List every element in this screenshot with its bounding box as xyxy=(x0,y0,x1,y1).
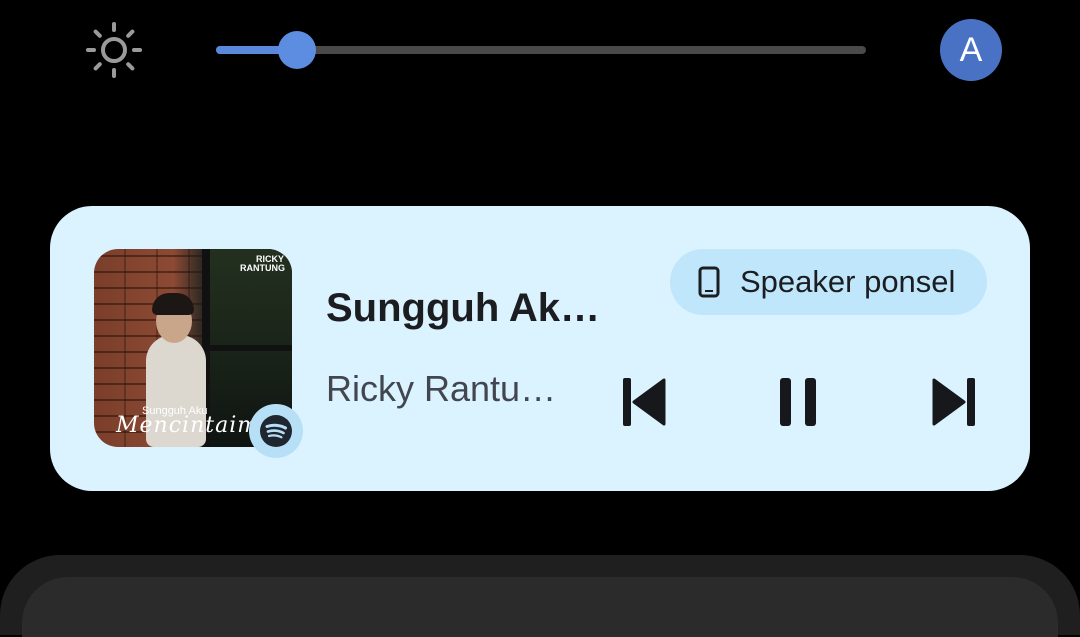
brightness-slider-thumb[interactable] xyxy=(278,31,317,69)
user-avatar[interactable]: A xyxy=(940,19,1002,81)
pause-button[interactable] xyxy=(768,374,828,434)
brightness-sun-icon xyxy=(84,20,144,80)
spotify-icon xyxy=(249,404,303,458)
phone-icon xyxy=(698,264,722,300)
pause-icon xyxy=(778,377,818,432)
brightness-slider[interactable] xyxy=(216,30,866,70)
song-title: Sungguh Ak… xyxy=(326,286,601,330)
output-device-button[interactable]: Speaker ponsel xyxy=(670,249,987,315)
album-art-person-hair xyxy=(152,293,194,315)
album-art-artist-text: RICKY RANTUNG xyxy=(240,254,285,273)
media-player-card[interactable]: RICKY RANTUNG Sungguh Aku Mencintaimu Su… xyxy=(50,206,1030,491)
notification-panel-inner xyxy=(22,577,1058,637)
skip-next-icon xyxy=(931,376,977,433)
skip-next-button[interactable] xyxy=(924,374,984,434)
notification-panel xyxy=(0,555,1080,637)
skip-previous-icon xyxy=(621,376,667,433)
output-device-label: Speaker ponsel xyxy=(740,264,956,299)
skip-previous-button[interactable] xyxy=(614,374,674,434)
album-art-window-frame xyxy=(202,345,292,351)
artist-name: Ricky Rantu… xyxy=(326,368,557,409)
